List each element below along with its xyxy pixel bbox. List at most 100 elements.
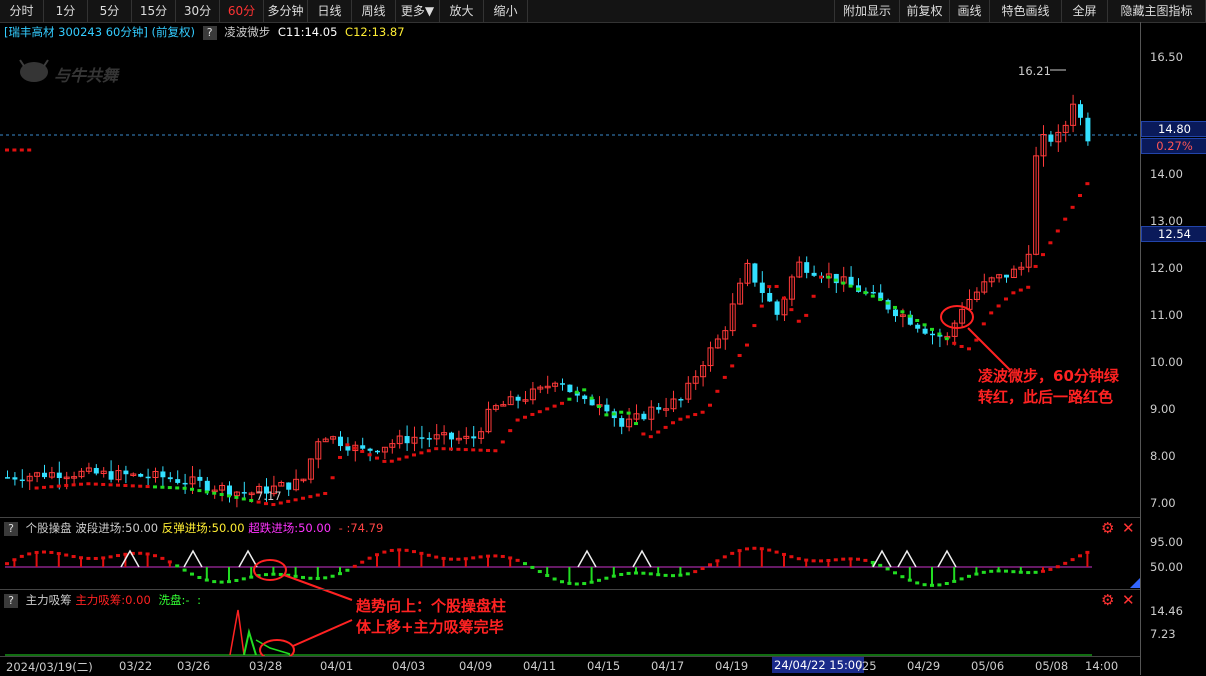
candle-down [767, 292, 773, 302]
ma-segment [641, 432, 646, 436]
candle-down [848, 276, 854, 286]
candle-down [108, 471, 114, 480]
date-label: 03/26 [177, 659, 211, 673]
ma-segment [1041, 253, 1045, 257]
sub1-dot [915, 581, 920, 585]
sub2-settings-icon[interactable]: ⚙ [1101, 591, 1114, 609]
ma-segment [167, 486, 172, 490]
sub1-collapse-icon[interactable] [1130, 578, 1140, 588]
candle-down [804, 262, 810, 273]
sub1-dot [730, 551, 735, 555]
sub1-dot [981, 570, 986, 574]
sub1-close-icon[interactable]: ✕ [1122, 519, 1135, 537]
ma-segment [389, 459, 394, 463]
y-tick-800: 8.00 [1150, 449, 1176, 463]
ma-segment [1033, 264, 1038, 268]
change-pct-box: 0.27% [1141, 138, 1206, 154]
sub1-p1: 波段进场:50.00 [75, 521, 159, 535]
main-chart[interactable] [0, 0, 1140, 656]
ma-segment [441, 447, 446, 451]
sub1-dot [811, 559, 816, 563]
ma-segment [796, 319, 801, 323]
sub1-dot [604, 576, 609, 580]
candle-down [870, 291, 876, 294]
ma-segment [382, 459, 387, 463]
ma-segment [79, 482, 83, 486]
date-label: 05/08 [1035, 659, 1069, 673]
candle-down [5, 477, 10, 479]
sub1-dot [264, 573, 268, 577]
ma-segment [352, 446, 357, 450]
candle-down [752, 263, 758, 283]
sub1-dot [922, 583, 927, 587]
ma-segment [93, 482, 98, 486]
annotation-2: 趋势向上：个股操盘柱 体上移+主力吸筹完毕 [356, 596, 506, 638]
ma-segment [848, 284, 853, 288]
sub2-close-icon[interactable]: ✕ [1122, 591, 1135, 609]
ma-segment [774, 284, 779, 288]
sub1-dot [878, 563, 883, 567]
ma-segment [412, 453, 416, 457]
date-label: 04/01 [320, 659, 354, 673]
ma-segment [604, 413, 609, 417]
help-icon[interactable]: ? [4, 593, 18, 608]
sub1-dot [426, 553, 431, 557]
candle-down [811, 272, 817, 276]
candle-down [656, 407, 662, 410]
ma-segment [523, 415, 527, 419]
sub1-dot [19, 554, 24, 558]
date-label: 04/17 [651, 659, 685, 673]
sub1-dot [352, 564, 357, 568]
sub1-dot [93, 556, 98, 560]
sub1-dot [937, 583, 942, 587]
help-icon[interactable]: ? [4, 521, 18, 536]
ma-segment [537, 410, 542, 414]
ma-segment [811, 294, 816, 298]
ma-segment [426, 449, 431, 453]
sub1-dot [796, 557, 801, 561]
ma-segment [715, 389, 720, 393]
ma-segment [611, 412, 616, 416]
sub1-dot [819, 559, 823, 563]
sub2-p1: 主力吸筹:0.00 [75, 593, 151, 607]
ma-segment [308, 495, 313, 499]
ma-segment [930, 327, 934, 331]
ma-segment [34, 486, 39, 490]
sub1-dot [234, 578, 239, 582]
sub1-dot [641, 571, 646, 575]
ma-segment [597, 405, 601, 409]
date-label: 03/22 [119, 659, 153, 673]
sub1-dot [160, 556, 165, 560]
sub2-name[interactable]: 主力吸筹 [26, 593, 72, 607]
sub1-dot [663, 573, 668, 577]
sub1-dot [685, 572, 690, 576]
ma-segment [419, 451, 424, 455]
sub1-settings-icon[interactable]: ⚙ [1101, 519, 1114, 537]
sub1-dot [5, 562, 9, 566]
candle-down [641, 413, 647, 420]
date-label: 04/19 [715, 659, 749, 673]
sub1-dot [449, 557, 453, 561]
sub1-dot [863, 558, 868, 562]
candle-down [604, 404, 610, 412]
sub1-dot [1011, 570, 1016, 574]
candle-down [915, 324, 921, 329]
annotation-2-line2: 体上移+主力吸筹完毕 [356, 618, 504, 636]
candle-down [360, 445, 366, 449]
sub1-name[interactable]: 个股操盘 [26, 521, 72, 535]
candle-down [345, 446, 351, 451]
sub1-dot [1055, 565, 1060, 569]
ma-segment [745, 343, 749, 347]
candle-down [930, 333, 935, 336]
candle-down [922, 328, 928, 334]
y-tick-700: 7.00 [1150, 496, 1176, 510]
sub1-dot [500, 554, 505, 558]
date-label: 14:00 [1085, 659, 1119, 673]
ma-segment [722, 375, 727, 379]
signal-triangle [897, 549, 917, 568]
ma-segment [241, 497, 246, 501]
ma-segment [493, 449, 498, 453]
sub1-dot [64, 553, 69, 557]
sub1-title: ? 个股操盘 波段进场:50.00 反弹进场:50.00 超跌进场:50.00 … [0, 520, 383, 536]
date-label: /25 [858, 659, 877, 673]
